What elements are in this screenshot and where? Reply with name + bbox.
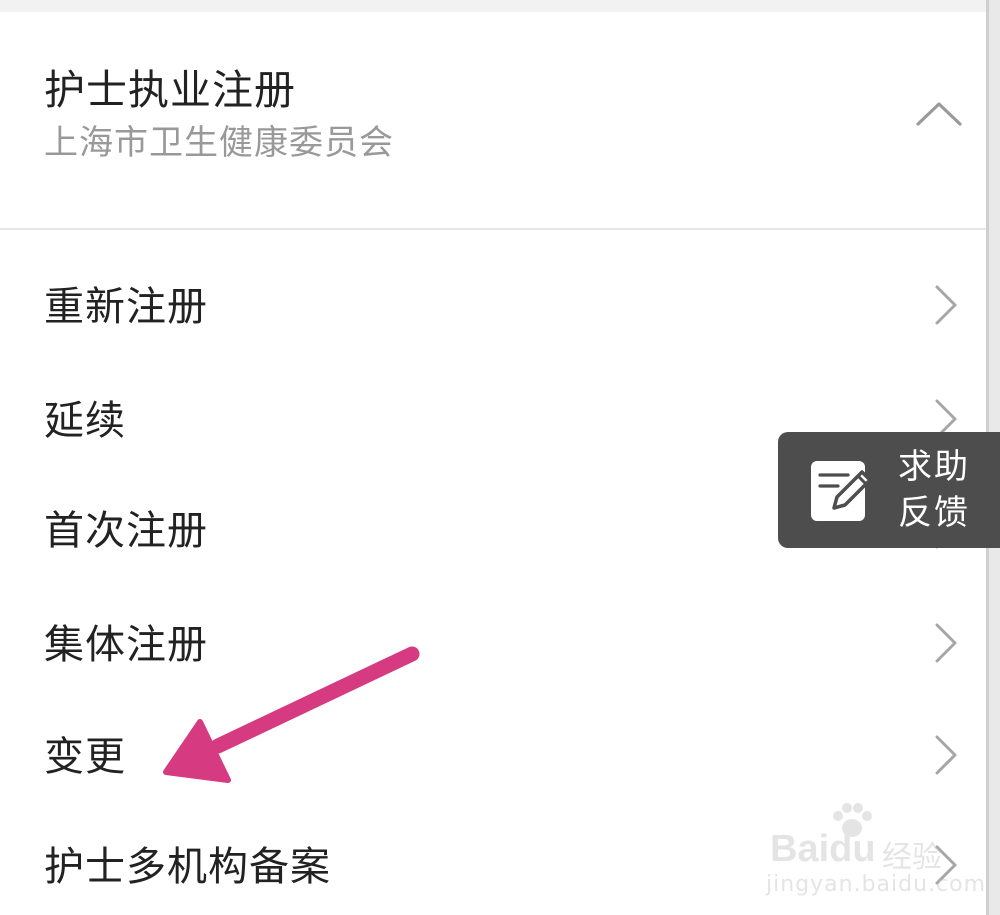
feedback-label-line1: 求助 xyxy=(898,447,970,487)
menu-item-label: 集体注册 xyxy=(44,622,208,668)
menu-item-group-registration[interactable]: 集体注册 xyxy=(0,582,986,696)
help-feedback-button[interactable]: 求助 反馈 xyxy=(778,432,1000,548)
service-header[interactable]: 护士执业注册 上海市卫生健康委员会 xyxy=(0,12,986,228)
menu-item-multi-institution-filing[interactable]: 护士多机构备案 xyxy=(0,804,986,915)
menu-item-label: 首次注册 xyxy=(44,508,208,554)
chevron-right-icon xyxy=(935,623,957,663)
provider-subtitle: 上海市卫生健康委员会 xyxy=(44,123,394,163)
menu-item-label: 护士多机构备案 xyxy=(44,844,331,890)
chevron-right-icon xyxy=(935,845,957,885)
chevron-up-icon[interactable] xyxy=(912,92,966,132)
menu-item-label: 重新注册 xyxy=(44,284,208,330)
chevron-right-icon xyxy=(935,285,957,325)
menu-item-change[interactable]: 变更 xyxy=(0,694,986,808)
menu-item-reregister[interactable]: 重新注册 xyxy=(0,244,986,358)
chevron-right-icon xyxy=(935,735,957,775)
menu-item-label: 变更 xyxy=(44,734,126,780)
feedback-label: 求助 反馈 xyxy=(898,444,970,536)
feedback-label-line2: 反馈 xyxy=(898,493,970,533)
menu-item-label: 延续 xyxy=(44,398,126,444)
page-title: 护士执业注册 xyxy=(44,66,296,114)
header-divider xyxy=(0,228,986,230)
edit-note-icon xyxy=(811,461,872,521)
top-strip xyxy=(0,0,1000,12)
